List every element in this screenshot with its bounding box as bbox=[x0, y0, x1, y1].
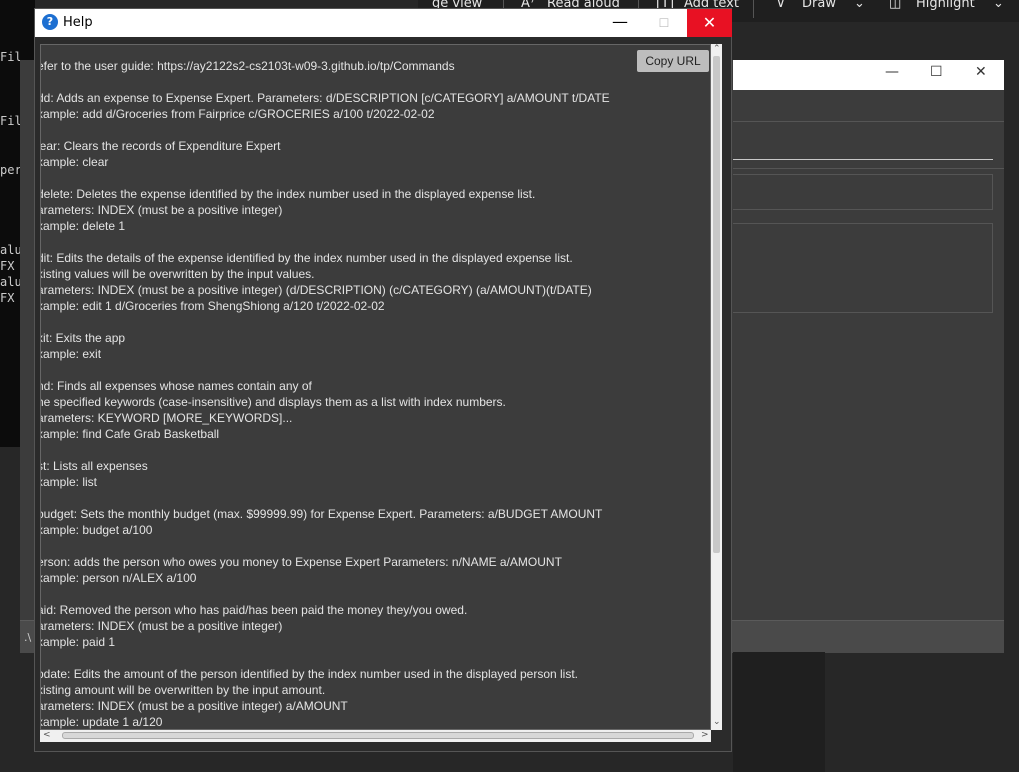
highlight-button[interactable]: Highlight bbox=[916, 0, 975, 11]
terminal-line: FX bbox=[0, 291, 15, 305]
background-app-titlebar: — ☐ ✕ bbox=[733, 60, 1004, 90]
help-content-area[interactable]: efer to the user guide: https://ay2122s2… bbox=[40, 44, 711, 730]
help-titlebar: ? Help — ☐ ✕ bbox=[35, 9, 732, 37]
terminal-line: alu bbox=[0, 275, 22, 289]
toolbar-separator bbox=[753, 0, 754, 18]
terminal-line: Fil bbox=[0, 114, 22, 128]
scroll-left-icon[interactable]: < bbox=[43, 730, 51, 740]
minimize-icon[interactable]: — bbox=[885, 64, 899, 80]
background-app-result-box bbox=[733, 174, 993, 210]
vertical-scrollbar[interactable]: ⌃ ⌄ bbox=[711, 44, 722, 730]
help-window-title: Help bbox=[63, 15, 93, 30]
scroll-right-icon[interactable]: > bbox=[701, 730, 709, 740]
terminal-line: per bbox=[0, 163, 22, 177]
close-icon[interactable]: ✕ bbox=[975, 64, 987, 80]
help-question-icon: ? bbox=[42, 14, 58, 30]
maximize-icon[interactable]: ☐ bbox=[930, 64, 943, 80]
terminal-line: FX bbox=[0, 259, 15, 273]
copy-url-button[interactable]: Copy URL bbox=[637, 50, 709, 72]
draw-chevron-down-icon[interactable]: ⌄ bbox=[854, 0, 865, 11]
close-button[interactable]: ✕ bbox=[687, 9, 732, 37]
terminal-line: alu bbox=[0, 243, 22, 257]
scroll-down-icon[interactable]: ⌄ bbox=[713, 717, 721, 727]
minimize-button[interactable]: — bbox=[605, 9, 635, 37]
help-window: ? Help — ☐ ✕ efer to the user guide: htt… bbox=[34, 8, 732, 752]
highlight-chevron-down-icon[interactable]: ⌄ bbox=[993, 0, 1004, 11]
vertical-scroll-thumb[interactable] bbox=[713, 56, 720, 553]
maximize-button[interactable]: ☐ bbox=[649, 9, 679, 37]
draw-icon: ∨ bbox=[776, 0, 786, 11]
horizontal-scrollbar[interactable]: < > bbox=[40, 730, 711, 742]
background-app-input-underline bbox=[733, 159, 993, 160]
draw-button[interactable]: Draw bbox=[802, 0, 836, 11]
help-text: efer to the user guide: https://ay2122s2… bbox=[40, 59, 610, 729]
status-bar-path: .\ bbox=[24, 631, 32, 644]
scroll-up-icon[interactable]: ⌃ bbox=[713, 44, 721, 54]
background-app-list-box bbox=[733, 223, 993, 313]
background-panel bbox=[733, 652, 825, 772]
background-app-command-row bbox=[733, 121, 1004, 169]
horizontal-scroll-thumb[interactable] bbox=[62, 732, 694, 739]
highlight-icon: ◫ bbox=[889, 0, 902, 11]
terminal-line: Fil bbox=[0, 50, 22, 64]
